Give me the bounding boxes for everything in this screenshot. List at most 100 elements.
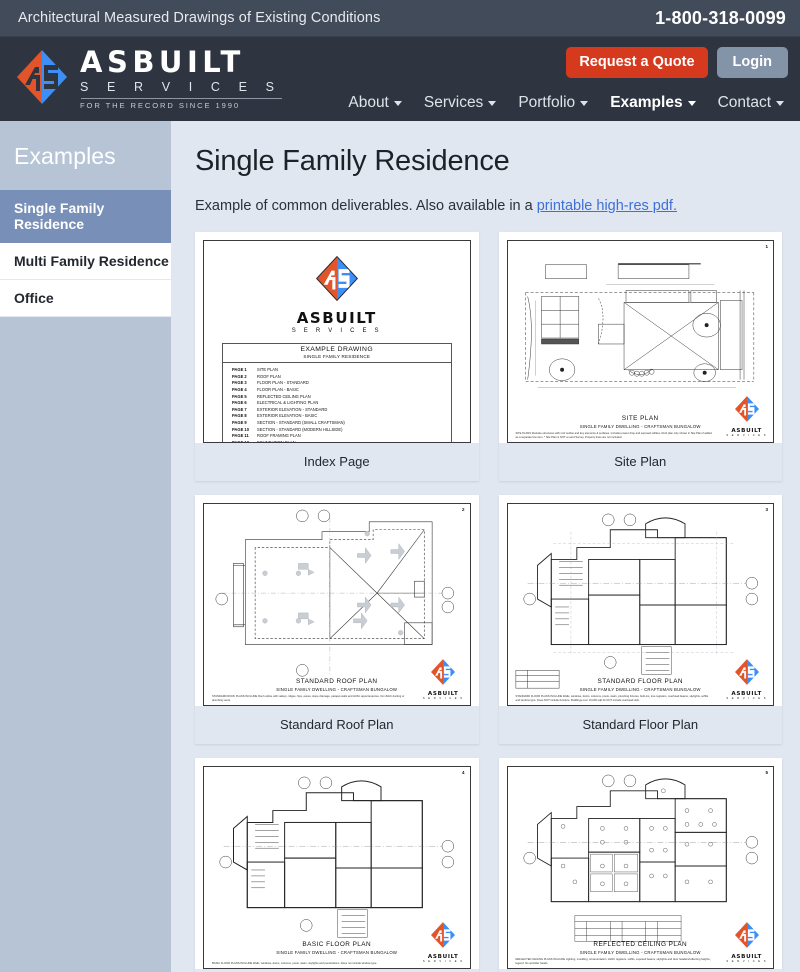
drawing-note: STANDARD FLOOR PLANS INCLUDE Walls, wind… xyxy=(515,695,709,703)
chevron-down-icon xyxy=(580,101,589,107)
drawing-sheet-standard-roof-plan: 2 STANDARD ROOF PLAN SINGLE FAMILY DWELL… xyxy=(203,503,471,706)
index-page-number: PAGE 11 xyxy=(232,433,249,439)
chevron-down-icon xyxy=(687,101,696,107)
index-page-title: FLOOR PLAN - BASIC xyxy=(257,386,299,392)
index-page-number: PAGE 5 xyxy=(232,393,247,399)
index-page-title: SECTION - STANDARD (SMALL CRAFTSMAN) xyxy=(257,420,345,426)
sidebar-heading: Examples xyxy=(14,143,116,169)
chevron-down-icon xyxy=(393,101,402,107)
sheet-number: 3 xyxy=(765,507,768,512)
index-page-number: PAGE 8 xyxy=(232,413,247,419)
thumbnail-card-index-page[interactable]: ASBUILT S E R V I C E S EXAMPLE DRAWING … xyxy=(195,232,479,481)
drawing-note: STANDARD ROOF PLANS INCLUDE Roof outline… xyxy=(212,695,405,703)
asbuilt-diamond-logo-icon xyxy=(734,396,759,422)
drawing-stamp: ASBUILT S E R V I C E S xyxy=(726,658,767,700)
index-logo-block: ASBUILT S E R V I C E S xyxy=(204,241,470,334)
index-page-title: SITE PLAN xyxy=(257,367,278,373)
table-row: PAGE 12 FOUNDATION PLAN xyxy=(223,439,451,443)
index-page-number: PAGE 7 xyxy=(232,406,247,412)
stamp-brand-subtitle: S E R V I C E S xyxy=(726,960,767,963)
index-page-number: PAGE 10 xyxy=(232,426,249,432)
index-brand-subtitle: S E R V I C E S xyxy=(291,328,382,334)
page-title: Single Family Residence xyxy=(195,145,510,177)
thumbnail-card-basic-floor-plan[interactable]: 4 BASIC FLOOR PLAN SINGLE FAMILY DWELLIN… xyxy=(195,758,479,972)
index-page-number: PAGE 9 xyxy=(232,420,247,426)
stamp-brand-subtitle: S E R V I C E S xyxy=(422,960,464,963)
thumbnail-card-standard-roof-plan[interactable]: 2 STANDARD ROOF PLAN SINGLE FAMILY DWELL… xyxy=(195,495,479,744)
request-quote-button[interactable]: Request a Quote xyxy=(566,47,708,78)
header-action-buttons: Request a Quote Login xyxy=(566,47,788,78)
thumbnail-grid: ASBUILT S E R V I C E S EXAMPLE DRAWING … xyxy=(195,232,782,972)
drawing-note: SITE PLANS illustrate structures with ro… xyxy=(515,432,712,440)
stamp-brand-subtitle: S E R V I C E S xyxy=(726,434,767,437)
index-heading: EXAMPLE DRAWING xyxy=(300,346,374,353)
thumbnail-card-reflected-ceiling-plan[interactable]: 5 REFLECTED CEILING PLAN SINGLE FAMILY D… xyxy=(498,758,782,972)
index-page-title: REFLECTED CEILING PLAN xyxy=(257,393,311,399)
index-page-title: EXTERIOR ELEVATION - BASIC xyxy=(257,413,318,419)
table-row: PAGE 4 FLOOR PLAN - BASIC xyxy=(223,387,451,394)
printable-pdf-link[interactable]: printable high-res pdf. xyxy=(537,198,677,214)
index-page-number: PAGE 2 xyxy=(232,373,247,379)
thumbnail-card-site-plan[interactable]: 1 SITE PLAN SINGLE FAMILY DWELLING - CRA… xyxy=(498,232,782,481)
index-page-title: FOUNDATION PLAN xyxy=(257,439,296,443)
table-row: PAGE 2 ROOF PLAN xyxy=(223,374,451,381)
index-subheading: SINGLE FAMILY RESIDENCE xyxy=(303,353,371,359)
phone-number[interactable]: 1-800-318-0099 xyxy=(655,8,786,29)
nav-label-examples: Examples xyxy=(610,93,683,111)
asbuilt-diamond-logo-icon xyxy=(431,922,456,948)
brand-tagline: FOR THE RECORD SINCE 1990 xyxy=(80,100,241,110)
index-page-title: SECTION - STANDARD (MODERN HILLSIDE) xyxy=(257,426,343,432)
drawing-stamp: ASBUILT S E R V I C E S xyxy=(423,921,464,963)
table-row: PAGE 7 EXTERIOR ELEVATION - STANDARD xyxy=(223,407,451,414)
chevron-down-icon xyxy=(776,101,784,107)
nav-item-about[interactable]: About xyxy=(348,94,402,112)
brand-subtitle: S E R V I C E S xyxy=(80,80,282,94)
index-table-header: EXAMPLE DRAWING SINGLE FAMILY RESIDENCE xyxy=(223,344,451,364)
index-page-number: PAGE 3 xyxy=(232,380,247,386)
main-navigation: About Services Portfolio Examples Contac… xyxy=(348,94,788,112)
nav-label-portfolio: Portfolio xyxy=(518,93,576,111)
nav-label-about: About xyxy=(348,93,389,111)
drawing-sheet-reflected-ceiling-plan: 5 REFLECTED CEILING PLAN SINGLE FAMILY D… xyxy=(506,766,774,969)
nav-item-contact[interactable]: Contact xyxy=(718,94,784,112)
drawing-sheet-basic-floor-plan: 4 BASIC FLOOR PLAN SINGLE FAMILY DWELLIN… xyxy=(203,766,471,969)
login-button[interactable]: Login xyxy=(716,47,788,78)
page-subtitle-text: Example of common deliverables. Also ava… xyxy=(195,198,537,214)
sheet-number: 1 xyxy=(765,244,768,249)
sidebar-item-single-family-residence[interactable]: Single Family Residence xyxy=(0,190,171,243)
drawing-note: REFLECTED CEILING PLANS INCLUDE Lighting… xyxy=(515,958,711,966)
examples-sidebar: Examples Single Family Residence Multi F… xyxy=(0,121,171,972)
index-page-title: ROOF FRAMING PLAN xyxy=(257,433,301,439)
table-row: PAGE 8 EXTERIOR ELEVATION - BASIC xyxy=(223,413,451,420)
nav-item-examples[interactable]: Examples xyxy=(610,93,696,112)
page-body: Examples Single Family Residence Multi F… xyxy=(0,121,800,972)
index-page-number: PAGE 6 xyxy=(232,400,247,406)
drawing-sheet-index: ASBUILT S E R V I C E S EXAMPLE DRAWING … xyxy=(203,240,471,443)
drawing-sheet-standard-floor-plan: 3 STANDARD FLOOR PLAN SINGLE FAMILY DWEL… xyxy=(506,503,774,706)
sheet-number: 2 xyxy=(461,507,465,512)
sidebar-item-multi-family-residence[interactable]: Multi Family Residence xyxy=(0,243,171,280)
index-page-title: ELECTRICAL & LIGHTING PLAN xyxy=(257,400,319,406)
tagline-text: Architectural Measured Drawings of Exist… xyxy=(18,10,381,26)
nav-item-services[interactable]: Services xyxy=(424,94,497,112)
stamp-brand-subtitle: S E R V I C E S xyxy=(726,697,767,700)
site-header: ASBUILT S E R V I C E S FOR THE RECORD S… xyxy=(0,37,800,121)
brand-title: ASBUILT xyxy=(80,45,245,79)
thumbnail-caption: Standard Floor Plan xyxy=(498,706,782,744)
thumbnail-caption: Index Page xyxy=(195,443,479,481)
brand-logo-link[interactable]: ASBUILT S E R V I C E S FOR THE RECORD S… xyxy=(0,37,282,109)
asbuilt-diamond-logo-icon xyxy=(734,659,759,685)
drawing-note: BASIC FLOOR PLANS INCLUDE Walls, windows… xyxy=(212,962,378,966)
index-sheet: ASBUILT S E R V I C E S EXAMPLE DRAWING … xyxy=(204,241,470,442)
index-row-list: PAGE 1 SITE PLAN PAGE 2 ROOF PLAN PAGE 3 FL… xyxy=(223,363,451,443)
table-row: PAGE 1 SITE PLAN xyxy=(223,367,451,374)
asbuilt-diamond-logo-icon xyxy=(14,47,70,107)
table-row: PAGE 11 ROOF FRAMING PLAN xyxy=(223,433,451,440)
nav-item-portfolio[interactable]: Portfolio xyxy=(518,93,589,112)
asbuilt-diamond-logo-icon xyxy=(734,922,759,948)
sidebar-item-office[interactable]: Office xyxy=(0,280,171,317)
thumbnail-card-standard-floor-plan[interactable]: 3 STANDARD FLOOR PLAN SINGLE FAMILY DWEL… xyxy=(498,495,782,744)
table-row: PAGE 3 FLOOR PLAN - STANDARD xyxy=(223,380,451,387)
page-subtitle: Example of common deliverables. Also ava… xyxy=(195,198,782,214)
thumbnail-caption: Standard Roof Plan xyxy=(195,706,479,744)
